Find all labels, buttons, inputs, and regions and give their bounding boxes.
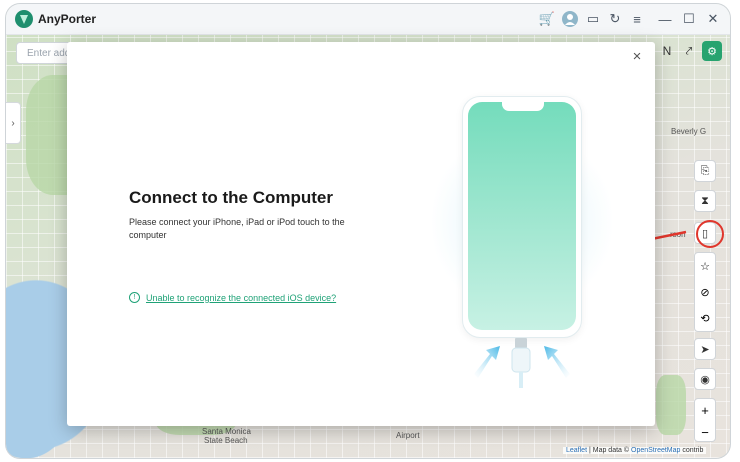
attribution-tail: contrib [682,447,704,454]
locate-icon[interactable]: ◉ [694,368,716,390]
phone-illustration [462,96,582,338]
dialog-close-icon[interactable]: × [629,48,645,65]
dialog-description: Please connect your iPhone, iPad or iPod… [129,217,345,240]
close-icon[interactable]: ✕ [704,10,722,28]
dialog-title: Connect to the Computer [129,188,333,207]
zoom-in-icon[interactable]: + [695,399,715,421]
title-bar: AnyPorter 🛒 ▭ ↻ ≡ — ☐ ✕ [6,4,730,35]
connect-device-dialog: × Connect to the Computer Please connect… [67,42,655,426]
maximize-icon[interactable]: ☐ [680,10,698,28]
zoom-out-icon[interactable]: − [695,421,715,443]
info-icon: ! [129,292,140,303]
timer-icon[interactable]: ⧗ [694,190,716,212]
usb-cable-icon [474,338,570,388]
cart-icon[interactable]: 🛒 [538,10,556,28]
map-park-area [656,375,686,435]
block-icon[interactable]: ⊘ [695,279,715,305]
map-attribution: Leaflet | Map data © OpenStreetMap contr… [563,447,707,454]
map-label-airport: Airport [396,431,420,440]
side-tool-group: ☆ ⊘ ⟲ [694,252,716,332]
route-icon[interactable]: ⤤ [680,40,698,62]
history-icon[interactable]: ⟲ [695,305,715,331]
map-label-santa-monica: Santa Monica [202,427,251,436]
unrecognized-device-link[interactable]: Unable to recognize the connected iOS de… [146,293,336,303]
attribution-separator: | Map data © [588,447,630,454]
navigate-icon[interactable]: ➤ [694,338,716,360]
expand-panel-chevron-icon[interactable]: › [6,102,21,144]
phone-screen [468,102,576,330]
highlight-annotation-circle [696,220,724,248]
help-row: ! Unable to recognize the connected iOS … [129,292,336,303]
chat-icon[interactable]: ▭ [584,10,602,28]
map-label-beverly: Beverly G [671,127,707,136]
user-avatar-icon[interactable] [561,10,579,28]
map-label-state-beach: State Beach [204,436,248,445]
leaflet-link[interactable]: Leaflet [566,447,587,454]
zoom-control: + − [694,398,716,442]
app-logo-icon [15,10,33,28]
settings-icon[interactable]: ⚙ [702,41,722,61]
openstreetmap-link[interactable]: OpenStreetMap [631,447,680,454]
app-title: AnyPorter [38,12,97,26]
menu-icon[interactable]: ≡ [628,10,646,28]
map-top-toolbar: N ⤤ ⚙ [658,40,722,62]
north-icon[interactable]: N [658,40,676,62]
favorite-icon[interactable]: ☆ [695,253,715,279]
minimize-icon[interactable]: — [656,10,674,28]
refresh-icon[interactable]: ↻ [606,10,624,28]
export-icon[interactable]: ⎘ [694,160,716,182]
phone-notch [502,102,544,111]
